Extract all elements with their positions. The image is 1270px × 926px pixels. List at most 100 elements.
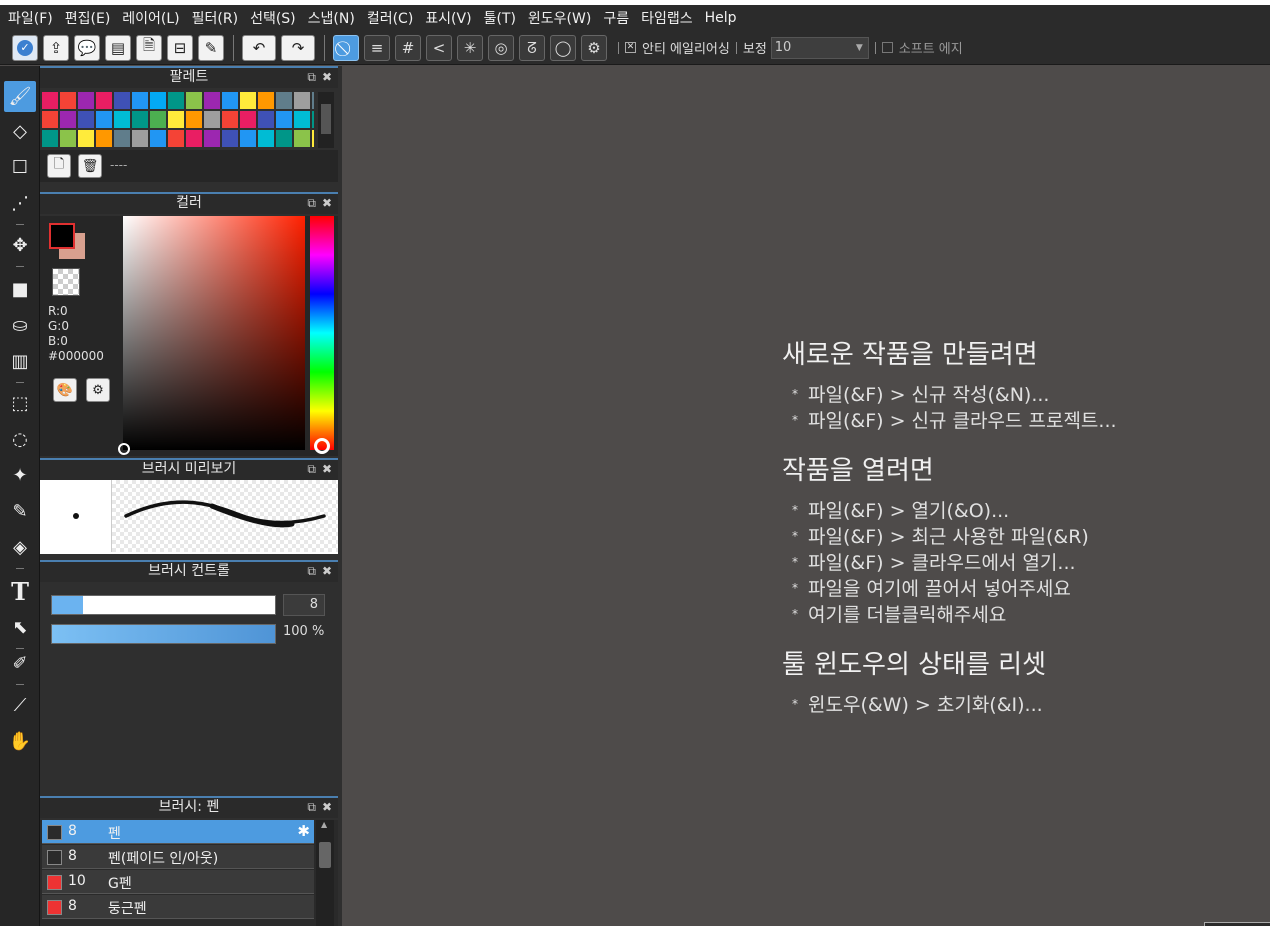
palette-swatch[interactable] [78, 111, 94, 128]
document-button[interactable]: 🗎 [136, 34, 162, 61]
scrollbar-thumb[interactable] [319, 842, 331, 868]
popout-icon[interactable]: ⧉ [307, 798, 316, 817]
tool-eraser[interactable]: ◇ [4, 116, 36, 147]
palette-swatch[interactable] [294, 111, 310, 128]
palette-swatch[interactable] [132, 111, 148, 128]
brush-opacity-slider[interactable] [51, 624, 276, 644]
brush-item[interactable]: 8 펜 ✱ [42, 820, 314, 844]
palette-swatch[interactable] [294, 92, 310, 109]
palette-swatch[interactable] [168, 92, 184, 109]
palette-swatch[interactable] [150, 130, 166, 147]
tool-select-eraser[interactable]: ◈ [4, 532, 36, 563]
snap-ellipse-button[interactable]: ◯ [550, 34, 576, 61]
palette-swatch[interactable] [150, 92, 166, 109]
edit-list-button[interactable]: ✎ [198, 34, 224, 61]
close-icon[interactable]: ✖ [322, 562, 332, 581]
palette-swatch[interactable] [240, 130, 256, 147]
palette-swatch[interactable] [204, 130, 220, 147]
color-settings-button[interactable]: ⚙ [86, 378, 110, 402]
palette-swatch[interactable] [132, 130, 148, 147]
palette-swatch[interactable] [222, 111, 238, 128]
tool-select-rect[interactable]: ⬚ [4, 388, 36, 419]
palette-swatch[interactable] [78, 92, 94, 109]
brush-item[interactable]: 8 둥근펜 [42, 895, 314, 919]
cloud-check-button[interactable]: ✓ [12, 34, 38, 61]
menu-select[interactable]: 선택(S) [246, 8, 304, 28]
menu-view[interactable]: 표시(V) [421, 8, 479, 28]
brush-preview-header[interactable]: 브러시 미리보기 ⧉ ✖ [40, 458, 338, 480]
brush-item[interactable]: 10 G펜 [42, 870, 314, 894]
popout-icon[interactable]: ⧉ [307, 460, 316, 479]
transparent-color-swatch[interactable] [52, 268, 80, 296]
brush-control-header[interactable]: 브러시 컨트롤 ⧉ ✖ [40, 560, 338, 582]
palette-swatch[interactable] [96, 92, 112, 109]
tool-text[interactable]: T [4, 576, 36, 607]
menu-layer[interactable]: 레이어(L) [118, 8, 187, 28]
color-wheel-button[interactable]: 🎨 [53, 378, 77, 402]
palette-swatch[interactable] [42, 92, 58, 109]
tool-bucket[interactable]: ⛀ [4, 310, 36, 341]
delete-palette-button[interactable]: 🗑 [78, 154, 102, 178]
palette-swatch[interactable] [258, 130, 274, 147]
menu-filter[interactable]: 필터(R) [188, 8, 246, 28]
saturation-value-picker[interactable] [123, 216, 305, 450]
tool-shape[interactable]: ☐ [4, 152, 36, 183]
brush-list-header[interactable]: 브러시: 펜 ⧉ ✖ [40, 796, 338, 818]
hue-marker[interactable] [314, 438, 330, 454]
close-icon[interactable]: ✖ [322, 194, 332, 213]
menu-edit[interactable]: 편집(E) [61, 8, 119, 28]
palette-swatch[interactable] [114, 111, 130, 128]
palette-swatch[interactable] [258, 92, 274, 109]
popout-icon[interactable]: ⧉ [307, 562, 316, 581]
palette-swatch[interactable] [150, 111, 166, 128]
palette-swatch[interactable] [186, 130, 202, 147]
menu-cloud[interactable]: 구름 [599, 8, 637, 28]
palette-scrollbar[interactable] [318, 92, 334, 148]
palette-swatch[interactable] [60, 92, 76, 109]
menu-help[interactable]: Help [701, 10, 745, 26]
palette-swatch[interactable] [60, 130, 76, 147]
menu-window[interactable]: 윈도우(W) [524, 8, 599, 28]
palette-swatch[interactable] [276, 92, 292, 109]
palette-swatch[interactable] [114, 92, 130, 109]
snap-settings-button[interactable]: ⚙ [581, 34, 607, 61]
tool-brush[interactable]: 🖌 [4, 81, 36, 112]
scroll-up-icon[interactable]: ▲ [321, 820, 327, 829]
palette-swatch[interactable] [114, 130, 130, 147]
palette-swatch[interactable] [222, 130, 238, 147]
tool-divide[interactable]: ✐ [4, 648, 36, 679]
palette-swatch[interactable] [258, 111, 274, 128]
undo-button[interactable]: ↶ [242, 34, 276, 61]
gear-icon[interactable]: ✱ [297, 822, 310, 840]
close-icon[interactable]: ✖ [322, 798, 332, 817]
palette-swatch[interactable] [186, 111, 202, 128]
share-button[interactable]: ⇪ [43, 34, 69, 61]
snap-grid-button[interactable]: # [395, 34, 421, 61]
correction-select[interactable]: 10 ▼ [770, 36, 869, 59]
tool-select-pen[interactable]: ✎ [4, 496, 36, 527]
palette-swatch[interactable] [312, 130, 314, 147]
brush-list-scrollbar[interactable]: ▲ [316, 820, 334, 926]
soft-edge-checkbox[interactable] [881, 42, 893, 53]
snap-parallel-button[interactable]: ≡ [364, 34, 390, 61]
palette-swatch[interactable] [276, 111, 292, 128]
sv-picker-marker[interactable] [118, 443, 130, 455]
palette-swatch[interactable] [312, 111, 314, 128]
foreground-color-swatch[interactable] [49, 223, 75, 249]
menu-color[interactable]: 컬러(C) [363, 8, 421, 28]
menu-snap[interactable]: 스냅(N) [304, 8, 363, 28]
snap-perspective-button[interactable]: < [426, 34, 452, 61]
color-panel-header[interactable]: 컬러 ⧉ ✖ [40, 192, 338, 214]
tool-fill-rect[interactable]: ■ [4, 274, 36, 305]
tool-operation[interactable]: ⬉ [4, 612, 36, 643]
close-icon[interactable]: ✖ [322, 460, 332, 479]
new-palette-button[interactable]: 🗋 [47, 154, 71, 178]
tool-lasso[interactable]: ◌ [4, 424, 36, 455]
brush-item[interactable]: 8 펜(페이드 인/아웃) [42, 845, 314, 869]
tool-gradient[interactable]: ▥ [4, 346, 36, 377]
tool-dot[interactable]: ⋰ [4, 188, 36, 219]
popout-icon[interactable]: ⧉ [307, 194, 316, 213]
palette-swatch[interactable] [42, 111, 58, 128]
palette-swatch[interactable] [204, 92, 220, 109]
palette-swatch[interactable] [96, 111, 112, 128]
